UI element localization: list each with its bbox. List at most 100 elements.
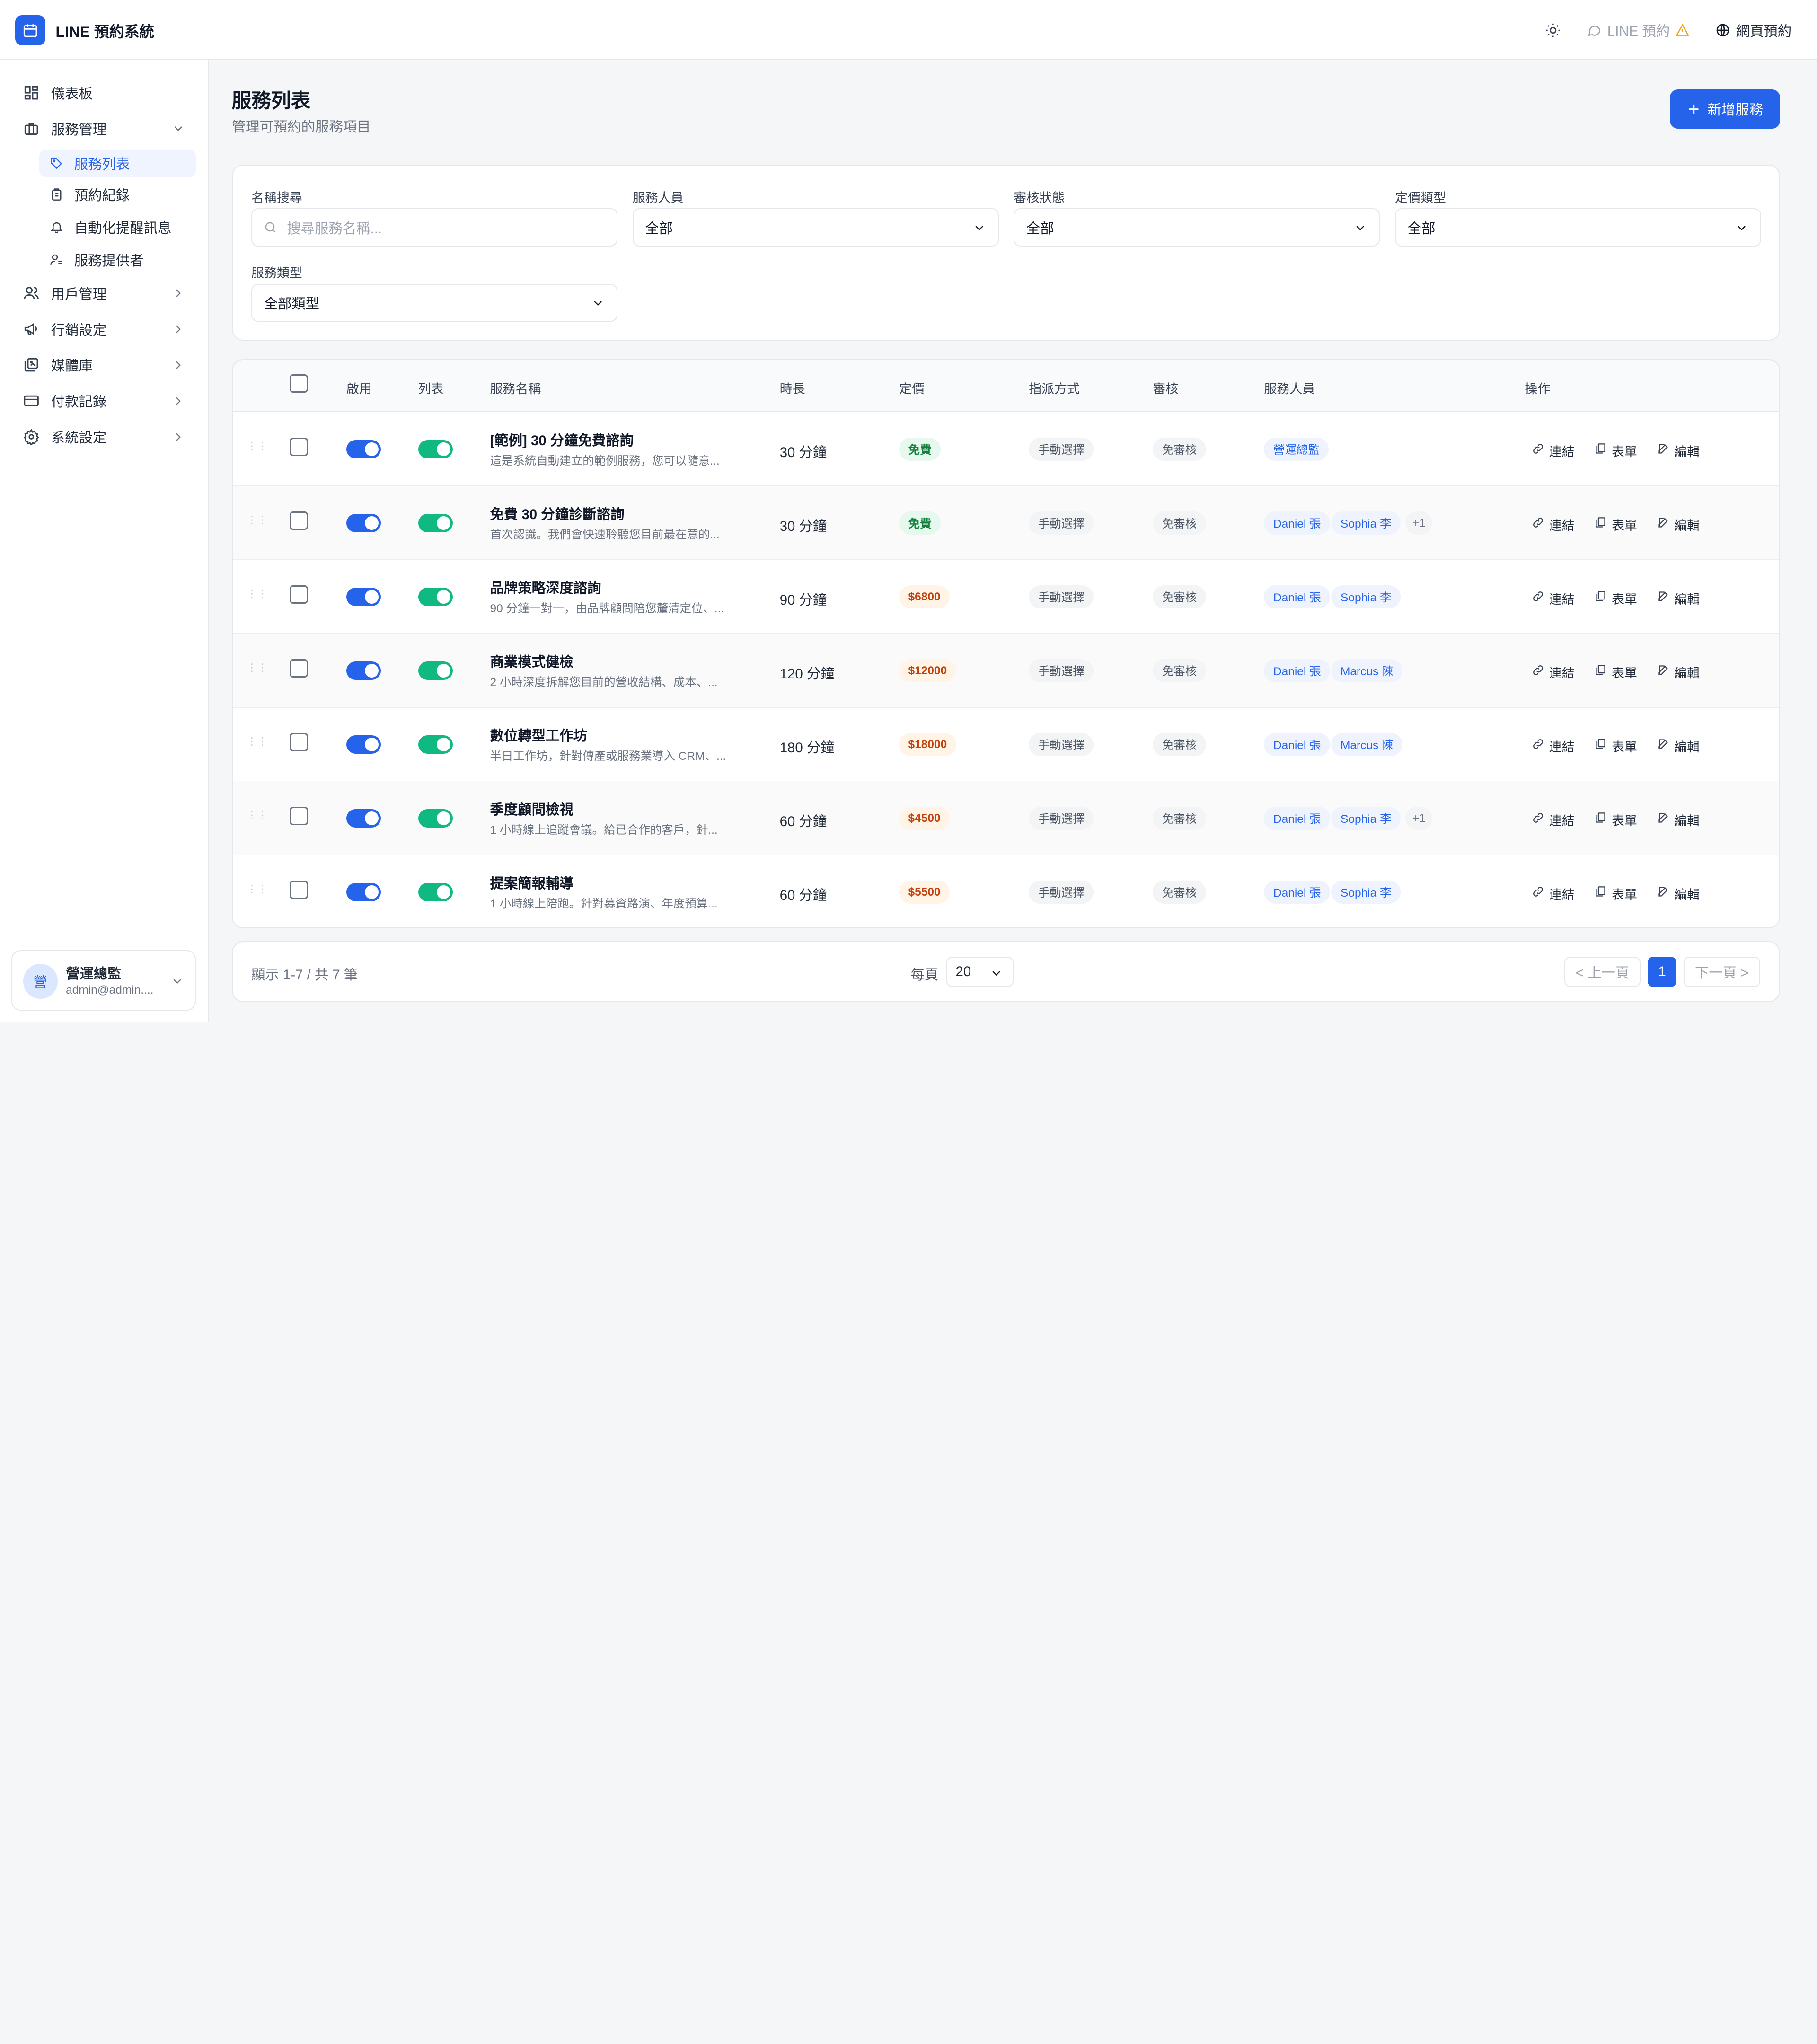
- link-button[interactable]: 連結: [1532, 737, 1575, 755]
- enabled-toggle[interactable]: [346, 440, 381, 459]
- service-name[interactable]: 提案簡報輔導: [490, 872, 573, 892]
- listed-toggle[interactable]: [418, 440, 453, 459]
- listed-toggle[interactable]: [418, 735, 453, 754]
- edit-button[interactable]: 編輯: [1657, 884, 1700, 903]
- enabled-toggle[interactable]: [346, 809, 381, 828]
- per-page-select[interactable]: 20: [946, 957, 1014, 987]
- row-checkbox[interactable]: [289, 733, 308, 752]
- service-name[interactable]: 品牌策略深度諮詢: [490, 577, 601, 597]
- sidebar-subitem-reminders[interactable]: 自動化提醒訊息: [39, 213, 196, 241]
- edit-icon: [1657, 442, 1670, 458]
- row-checkbox[interactable]: [289, 807, 308, 826]
- row-checkbox[interactable]: [289, 511, 308, 530]
- prev-page-button[interactable]: < 上一頁: [1564, 957, 1641, 987]
- edit-button[interactable]: 編輯: [1657, 663, 1700, 681]
- sidebar-item-settings[interactable]: 系統設定: [11, 422, 197, 452]
- staff-filter-select[interactable]: 全部: [632, 208, 999, 247]
- form-button[interactable]: 表單: [1594, 737, 1637, 755]
- select-all-checkbox[interactable]: [289, 374, 308, 393]
- edit-button[interactable]: 編輯: [1657, 515, 1700, 534]
- service-name[interactable]: [範例] 30 分鐘免費諮詢: [490, 430, 634, 449]
- service-description: 這是系統自動建立的範例服務，您可以隨意...: [490, 454, 720, 467]
- add-service-button[interactable]: 新增服務: [1670, 89, 1780, 129]
- listed-toggle[interactable]: [418, 588, 453, 607]
- form-button[interactable]: 表單: [1594, 811, 1637, 829]
- review-filter-select[interactable]: 全部: [1014, 208, 1380, 247]
- listed-toggle[interactable]: [418, 514, 453, 533]
- enabled-toggle[interactable]: [346, 735, 381, 754]
- form-button[interactable]: 表單: [1594, 589, 1637, 608]
- link-button[interactable]: 連結: [1532, 663, 1575, 681]
- theme-toggle-button[interactable]: [1545, 22, 1561, 38]
- service-name[interactable]: 商業模式健檢: [490, 651, 573, 671]
- enabled-toggle[interactable]: [346, 883, 381, 902]
- sidebar-item-marketing[interactable]: 行銷設定: [11, 314, 197, 344]
- header-price: 定價: [899, 382, 925, 396]
- listed-toggle[interactable]: [418, 661, 453, 680]
- sidebar-subitem-service-list[interactable]: 服務列表: [39, 149, 196, 177]
- sidebar-subitem-providers[interactable]: 服務提供者: [39, 246, 196, 273]
- sidebar-item-services[interactable]: 服務管理: [11, 114, 197, 144]
- sidebar-item-payments[interactable]: 付款記錄: [11, 386, 197, 416]
- form-button[interactable]: 表單: [1594, 884, 1637, 903]
- page-1-button[interactable]: 1: [1648, 957, 1677, 987]
- drag-handle-icon[interactable]: ⋮⋮: [247, 736, 267, 750]
- app-title: LINE 預約系統: [55, 23, 155, 40]
- row-checkbox[interactable]: [289, 881, 308, 899]
- chevron-down-icon: [1738, 225, 1746, 230]
- sidebar-item-users[interactable]: 用戶管理: [11, 278, 197, 308]
- pagination-info: 顯示 1-7 / 共 7 筆: [251, 967, 358, 983]
- line-booking-link[interactable]: LINE 預約: [1587, 20, 1690, 40]
- link-button[interactable]: 連結: [1532, 811, 1575, 829]
- link-button[interactable]: 連結: [1532, 589, 1575, 608]
- edit-button[interactable]: 編輯: [1657, 441, 1700, 460]
- drag-handle-icon[interactable]: ⋮⋮: [247, 883, 267, 898]
- drag-handle-icon[interactable]: ⋮⋮: [247, 441, 267, 455]
- user-menu[interactable]: 營 營運總監 admin@admin....: [11, 950, 196, 1011]
- enabled-toggle[interactable]: [346, 514, 381, 533]
- staff-badge: Daniel 張: [1264, 511, 1331, 535]
- form-button[interactable]: 表單: [1594, 663, 1637, 681]
- edit-button[interactable]: 編輯: [1657, 737, 1700, 755]
- staff-badge: Marcus 陳: [1331, 733, 1403, 757]
- name-search-input[interactable]: 搜尋服務名稱...: [251, 208, 617, 247]
- edit-button[interactable]: 編輯: [1657, 589, 1700, 608]
- users-icon: [23, 285, 39, 301]
- service-name[interactable]: 免費 30 分鐘診斷諮詢: [490, 503, 624, 523]
- edit-icon: [1657, 590, 1670, 606]
- user-email: admin@admin....: [66, 983, 154, 996]
- service-description: 1 小時線上追蹤會議。給已合作的客戶，針...: [490, 823, 718, 837]
- sidebar-item-dashboard[interactable]: 儀表板: [11, 78, 197, 108]
- enabled-toggle[interactable]: [346, 588, 381, 607]
- type-filter-select[interactable]: 全部類型: [251, 283, 617, 322]
- sidebar-subitem-bookings[interactable]: 預約紀錄: [39, 181, 196, 209]
- pricing-filter-select[interactable]: 全部: [1395, 208, 1762, 247]
- drag-handle-icon[interactable]: ⋮⋮: [247, 514, 267, 529]
- sidebar-item-label: 儀表板: [51, 86, 93, 102]
- listed-toggle[interactable]: [418, 809, 453, 828]
- drag-handle-icon[interactable]: ⋮⋮: [247, 810, 267, 824]
- table-row: ⋮⋮ [範例] 30 分鐘免費諮詢這是系統自動建立的範例服務，您可以隨意... 30…: [232, 412, 1779, 487]
- listed-toggle[interactable]: [418, 883, 453, 902]
- service-duration: 30 分鐘: [779, 444, 827, 460]
- next-page-button[interactable]: 下一頁 >: [1683, 957, 1760, 987]
- link-button[interactable]: 連結: [1532, 515, 1575, 534]
- row-actions: 連結 表單 編輯: [1532, 515, 1700, 534]
- service-name[interactable]: 數位轉型工作坊: [490, 725, 587, 745]
- link-button[interactable]: 連結: [1532, 441, 1575, 460]
- form-button[interactable]: 表單: [1594, 515, 1637, 534]
- link-button[interactable]: 連結: [1532, 884, 1575, 903]
- edit-button[interactable]: 編輯: [1657, 811, 1700, 829]
- enabled-toggle[interactable]: [346, 661, 381, 680]
- service-name[interactable]: 季度顧問檢視: [490, 799, 573, 819]
- table-row: ⋮⋮ 數位轉型工作坊 半日工作坊，針對傳產或服務業導入 CRM、... 180 分鐘 $…: [232, 707, 1779, 782]
- tag-icon: [50, 157, 63, 170]
- row-checkbox[interactable]: [289, 659, 308, 678]
- form-button[interactable]: 表單: [1594, 441, 1637, 460]
- sidebar-item-media[interactable]: 媒體庫: [11, 350, 197, 380]
- drag-handle-icon[interactable]: ⋮⋮: [247, 662, 267, 677]
- row-checkbox[interactable]: [289, 438, 308, 457]
- row-checkbox[interactable]: [289, 585, 308, 604]
- drag-handle-icon[interactable]: ⋮⋮: [247, 588, 267, 603]
- web-booking-link[interactable]: 網頁預約: [1715, 20, 1791, 40]
